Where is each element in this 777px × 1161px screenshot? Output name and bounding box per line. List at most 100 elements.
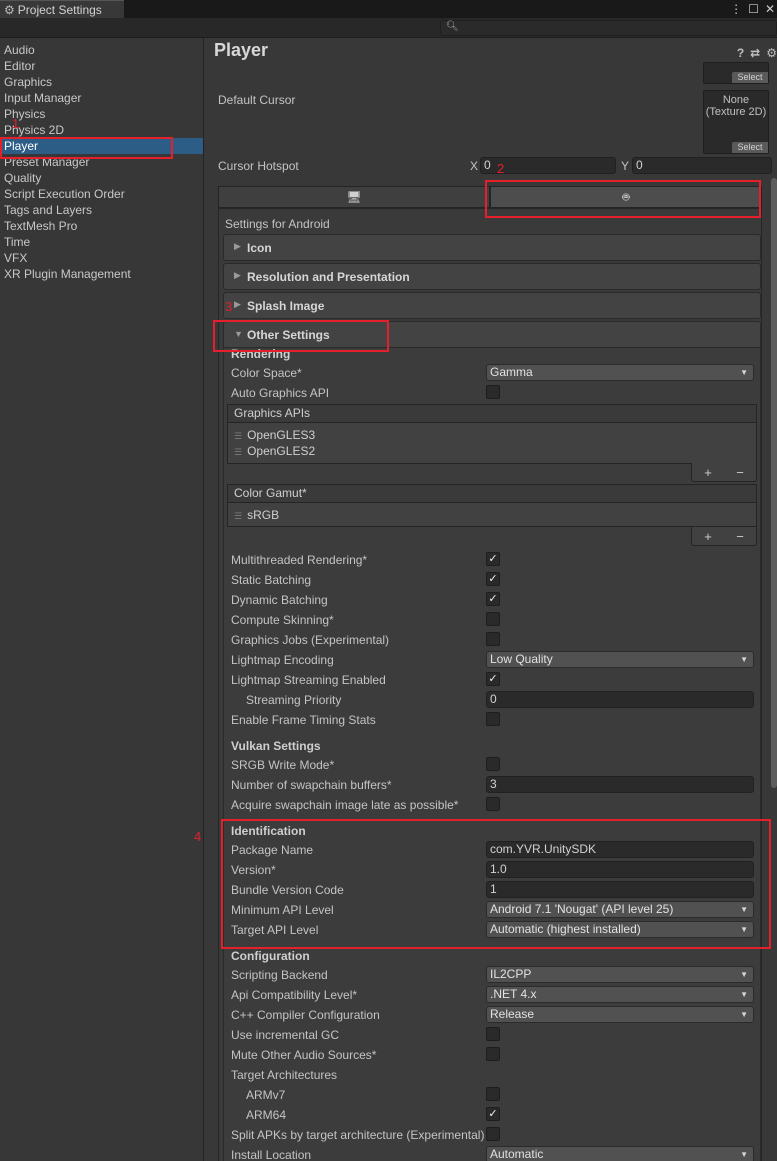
list-item[interactable]: ☰ sRGB [234, 508, 279, 522]
sidebar-item-xr-plugin-management[interactable]: XR Plugin Management [0, 266, 203, 282]
default-cursor-value: None (Texture 2D) [705, 94, 767, 118]
cpp-config-dropdown[interactable]: Release ▼ [486, 1006, 754, 1023]
more-options-icon[interactable]: ⋮ [730, 2, 742, 16]
foldout-icon[interactable]: ▶ Icon [223, 234, 761, 261]
incremental-gc-checkbox[interactable] [486, 1027, 500, 1041]
color-space-dropdown[interactable]: Gamma ▼ [486, 364, 754, 381]
window-title: Project Settings [17, 2, 102, 17]
srgb-write-checkbox[interactable] [486, 757, 500, 771]
search-input[interactable]: 🔍︎ [440, 20, 777, 36]
select-button[interactable]: Select [732, 72, 768, 83]
vertical-scrollbar[interactable] [771, 178, 777, 788]
sidebar-item-physics[interactable]: Physics [0, 106, 203, 122]
auto-graphics-checkbox[interactable] [486, 385, 500, 399]
streaming-priority-input[interactable]: 0 [486, 691, 754, 708]
split-apks-checkbox[interactable] [486, 1127, 500, 1141]
graphics-api-name: OpenGLES2 [247, 444, 316, 458]
mute-audio-checkbox[interactable] [486, 1047, 500, 1061]
list-item[interactable]: ☰ OpenGLES2 [234, 444, 315, 458]
drag-handle-icon[interactable]: ☰ [234, 431, 242, 441]
sidebar-item-editor[interactable]: Editor [0, 58, 203, 74]
scripting-backend-label: Scripting Backend [231, 968, 328, 982]
graphics-jobs-checkbox[interactable] [486, 632, 500, 646]
scripting-backend-dropdown[interactable]: IL2CPP ▼ [486, 966, 754, 983]
cursor-texture-slot-above[interactable]: Select [703, 62, 769, 84]
close-icon[interactable]: ✕ [765, 2, 775, 16]
add-button[interactable]: + [704, 465, 712, 480]
title-bar: ⚙ Project Settings ⋮ ☐ ✕ [0, 0, 777, 18]
chevron-down-icon: ▼ [740, 970, 748, 979]
arm64-checkbox[interactable]: ✓ [486, 1107, 500, 1121]
add-button[interactable]: + [704, 529, 712, 544]
sidebar-item-graphics[interactable]: Graphics [0, 74, 203, 90]
api-compat-value: .NET 4.x [490, 987, 537, 1001]
list-item[interactable]: ☰ OpenGLES3 [234, 428, 315, 442]
chevron-down-icon: ▼ [740, 990, 748, 999]
sidebar-item-physics-2d[interactable]: Physics 2D [0, 122, 203, 138]
sidebar-item-time[interactable]: Time [0, 234, 203, 250]
graphics-apis-list: ☰ OpenGLES3 ☰ OpenGLES2 [227, 423, 757, 464]
streaming-priority-label: Streaming Priority [246, 693, 342, 707]
configuration-section-title: Configuration [231, 949, 310, 963]
foldout-resolution[interactable]: ▶ Resolution and Presentation [223, 263, 761, 290]
multithreaded-checkbox[interactable]: ✓ [486, 552, 500, 566]
api-compat-dropdown[interactable]: .NET 4.x ▼ [486, 986, 754, 1003]
lightmap-encoding-dropdown[interactable]: Low Quality ▼ [486, 651, 754, 668]
install-location-dropdown[interactable]: Automatic ▼ [486, 1146, 754, 1161]
acquire-late-checkbox[interactable] [486, 797, 500, 811]
project-settings-tab[interactable]: ⚙ Project Settings [0, 0, 124, 18]
vulkan-section-title: Vulkan Settings [231, 739, 321, 753]
sidebar-item-audio[interactable]: Audio [0, 42, 203, 58]
drag-handle-icon[interactable]: ☰ [234, 447, 242, 457]
frame-timing-label: Enable Frame Timing Stats [231, 713, 376, 727]
collapsed-arrow-icon: ▶ [234, 270, 241, 280]
help-icon[interactable]: ? [737, 46, 744, 60]
annotation-number-3: 3 [225, 299, 233, 314]
swapchain-input[interactable]: 3 [486, 776, 754, 793]
incremental-gc-label: Use incremental GC [231, 1028, 340, 1042]
remove-button[interactable]: − [736, 465, 744, 480]
color-gamut-header: Color Gamut* [227, 484, 757, 503]
cpp-config-value: Release [490, 1007, 535, 1021]
dynamic-batching-checkbox[interactable]: ✓ [486, 592, 500, 606]
static-batching-checkbox[interactable]: ✓ [486, 572, 500, 586]
hotspot-y-input[interactable]: 0 [632, 157, 772, 174]
drag-handle-icon[interactable]: ☰ [234, 511, 242, 521]
remove-button[interactable]: − [736, 529, 744, 544]
color-gamut-add-remove: + − [691, 527, 757, 546]
color-space-value: Gamma [490, 365, 533, 379]
sidebar-item-input-manager[interactable]: Input Manager [0, 90, 203, 106]
graphics-apis-header: Graphics APIs [227, 404, 757, 423]
sidebar-item-tags-and-layers[interactable]: Tags and Layers [0, 202, 203, 218]
hotspot-y-label: Y [621, 159, 630, 173]
scripting-backend-value: IL2CPP [490, 967, 532, 981]
annotation-number-2: 2 [497, 161, 505, 176]
preset-icon[interactable]: ⇄ [750, 46, 760, 60]
compute-skinning-checkbox[interactable] [486, 612, 500, 626]
frame-timing-checkbox[interactable] [486, 712, 500, 726]
split-apks-label: Split APKs by target architecture (Exper… [231, 1128, 485, 1142]
static-batching-label: Static Batching [231, 573, 312, 587]
annotation-number-1: 1 [12, 116, 20, 131]
annotation-box-android-tab [485, 180, 761, 218]
maximize-icon[interactable]: ☐ [748, 2, 759, 16]
chevron-down-icon: ▼ [740, 368, 748, 377]
sidebar-item-textmesh-pro[interactable]: TextMesh Pro [0, 218, 203, 234]
armv7-checkbox[interactable] [486, 1087, 500, 1101]
default-cursor-field[interactable]: None (Texture 2D) Select [703, 90, 769, 154]
annotation-box-player [0, 137, 173, 159]
lightmap-streaming-checkbox[interactable]: ✓ [486, 672, 500, 686]
sidebar-item-vfx[interactable]: VFX [0, 250, 203, 266]
foldout-splash[interactable]: ▶ Splash Image [223, 292, 761, 319]
default-cursor-select-button[interactable]: Select [732, 142, 768, 153]
sidebar-item-script-execution-order[interactable]: Script Execution Order [0, 186, 203, 202]
annotation-box-identification [221, 819, 771, 949]
color-gamut-list: ☰ sRGB [227, 503, 757, 527]
search-bar: 🔍︎ [0, 18, 777, 38]
header-icons: ? ⇄ ⚙ [737, 46, 777, 60]
tab-standalone[interactable]: 🖥︎ [218, 186, 490, 208]
sidebar-item-quality[interactable]: Quality [0, 170, 203, 186]
settings-icon[interactable]: ⚙ [766, 46, 777, 60]
compute-skinning-label: Compute Skinning* [231, 613, 334, 627]
window-controls: ⋮ ☐ ✕ [730, 0, 775, 18]
